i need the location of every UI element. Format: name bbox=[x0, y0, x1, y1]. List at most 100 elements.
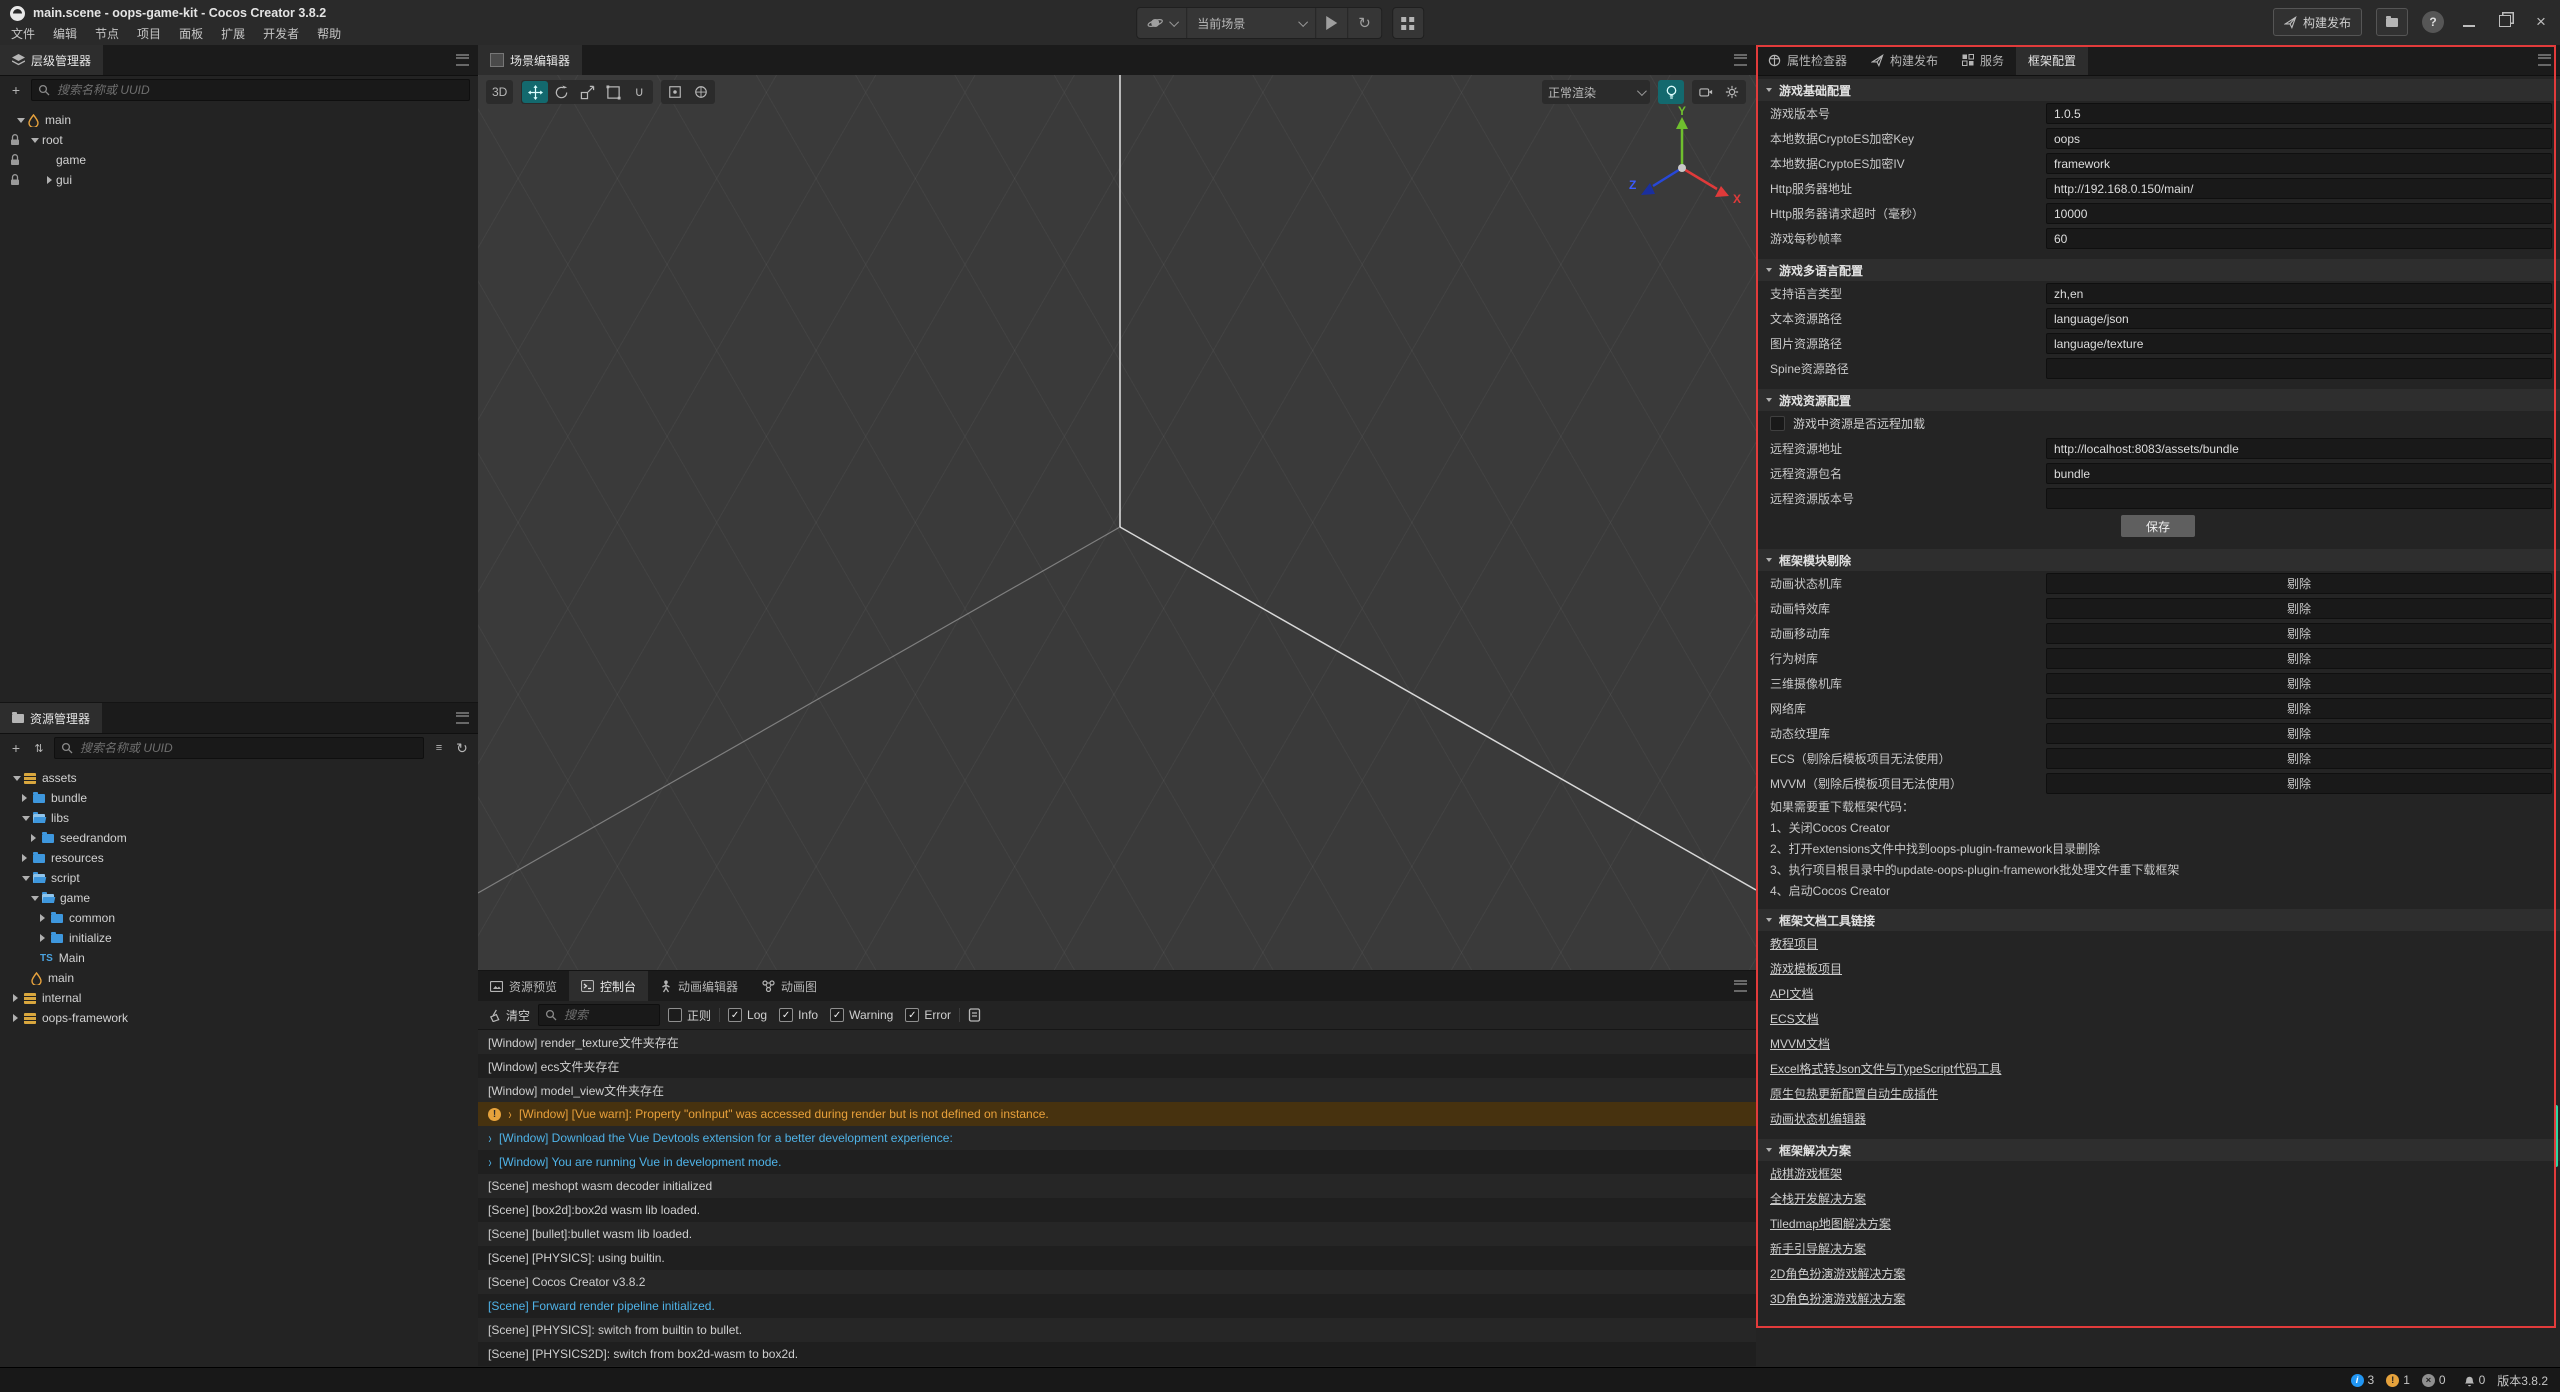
tab-terminal[interactable]: 控制台 bbox=[569, 971, 648, 1001]
menu-item-6[interactable]: 开发者 bbox=[254, 25, 308, 42]
console-log-row[interactable]: [Scene] [PHYSICS]: using builtin. bbox=[478, 1246, 1756, 1270]
scene-settings-button[interactable] bbox=[1719, 81, 1745, 103]
doc-link[interactable]: 游戏模板项目 bbox=[1770, 960, 1842, 977]
doc-link[interactable]: MVVM文档 bbox=[1770, 1035, 1830, 1052]
refresh-assets-icon[interactable]: ↻ bbox=[454, 740, 470, 757]
doc-link[interactable]: ECS文档 bbox=[1770, 1010, 1819, 1027]
chevron-right-icon[interactable] bbox=[40, 914, 51, 922]
console-log-row[interactable]: [Window] model_view文件夹存在 bbox=[478, 1078, 1756, 1102]
hierarchy-item-root[interactable]: root bbox=[0, 130, 478, 150]
chevron-down-icon[interactable] bbox=[22, 876, 33, 881]
asset-item-bundle[interactable]: bundle bbox=[0, 788, 478, 808]
scene-viewport[interactable]: 3D ∪ bbox=[478, 75, 1756, 970]
menu-item-0[interactable]: 文件 bbox=[2, 25, 44, 42]
remove-module-button[interactable]: 剔除 bbox=[2046, 623, 2552, 644]
field-input[interactable]: language/json bbox=[2046, 308, 2552, 329]
field-input[interactable]: 1.0.5 bbox=[2046, 103, 2552, 124]
console-search-input[interactable] bbox=[562, 1007, 653, 1023]
regex-toggle[interactable]: 正则 bbox=[668, 1007, 711, 1024]
remove-module-button[interactable]: 剔除 bbox=[2046, 598, 2552, 619]
chevron-right-icon[interactable] bbox=[31, 834, 42, 842]
asset-item-libs[interactable]: libs bbox=[0, 808, 478, 828]
panel-menu-icon[interactable] bbox=[456, 713, 469, 724]
chevron-right-icon[interactable]: › bbox=[508, 1106, 511, 1123]
add-node-button[interactable]: + bbox=[8, 82, 24, 98]
inspector-checkbox-row[interactable]: 游戏中资源是否远程加载 bbox=[1756, 411, 2560, 436]
menu-item-7[interactable]: 帮助 bbox=[308, 25, 350, 42]
close-button[interactable]: × bbox=[2530, 12, 2552, 32]
chevron-right-icon[interactable] bbox=[13, 1014, 24, 1022]
scrollbar-thumb[interactable] bbox=[2554, 1105, 2558, 1167]
filter-error[interactable]: ✓Error bbox=[905, 1008, 951, 1022]
panel-menu-icon[interactable] bbox=[456, 55, 469, 66]
doc-link[interactable]: 3D角色扮演游戏解决方案 bbox=[1770, 1290, 1905, 1307]
doc-link[interactable]: 动画状态机编辑器 bbox=[1770, 1110, 1866, 1127]
remove-module-button[interactable]: 剔除 bbox=[2046, 748, 2552, 769]
console-log-row[interactable]: [Scene] [PHYSICS]: switch from builtin t… bbox=[478, 1318, 1756, 1342]
panel-menu-icon[interactable] bbox=[1734, 55, 1747, 66]
field-input[interactable]: 60 bbox=[2046, 228, 2552, 249]
console-log-row[interactable]: [Scene] meshopt wasm decoder initialized bbox=[478, 1174, 1756, 1198]
asset-item-oops-framework[interactable]: oops-framework bbox=[0, 1008, 478, 1028]
restart-button[interactable]: ↻ bbox=[1348, 8, 1381, 38]
field-input[interactable]: bundle bbox=[2046, 463, 2552, 484]
checkbox-icon[interactable]: ✓ bbox=[830, 1008, 844, 1022]
console-log-row[interactable]: [Scene] [box2d]:box2d wasm lib loaded. bbox=[478, 1198, 1756, 1222]
build-publish-button[interactable]: 构建发布 bbox=[2273, 8, 2362, 36]
doc-link[interactable]: Tiledmap地图解决方案 bbox=[1770, 1215, 1891, 1232]
assets-search-box[interactable] bbox=[54, 737, 424, 759]
tab-inspector-3[interactable]: 框架配置 bbox=[2016, 45, 2088, 75]
regex-checkbox[interactable] bbox=[668, 1008, 682, 1022]
asset-item-game[interactable]: game bbox=[0, 888, 478, 908]
info-counter[interactable]: i 3 bbox=[2351, 1373, 2375, 1387]
section-header[interactable]: 框架解决方案 bbox=[1756, 1139, 2560, 1161]
chevron-right-icon[interactable] bbox=[22, 794, 33, 802]
chevron-down-icon[interactable] bbox=[31, 896, 42, 901]
asset-item-seedrandom[interactable]: seedrandom bbox=[0, 828, 478, 848]
assets-search-input[interactable] bbox=[78, 740, 417, 756]
checkbox-icon[interactable]: ✓ bbox=[728, 1008, 742, 1022]
menu-item-3[interactable]: 项目 bbox=[128, 25, 170, 42]
checkbox-icon[interactable]: ✓ bbox=[905, 1008, 919, 1022]
tab-assets[interactable]: 资源管理器 bbox=[0, 703, 102, 733]
hierarchy-search-box[interactable] bbox=[31, 79, 470, 101]
field-input[interactable]: oops bbox=[2046, 128, 2552, 149]
remove-module-button[interactable]: 剔除 bbox=[2046, 648, 2552, 669]
hierarchy-item-gui[interactable]: gui bbox=[0, 170, 478, 190]
filter-warning[interactable]: ✓Warning bbox=[830, 1008, 893, 1022]
chevron-down-icon[interactable] bbox=[13, 776, 24, 781]
log-file-icon[interactable] bbox=[968, 1008, 981, 1022]
console-log-row[interactable]: [Scene] [PHYSICS2D]: switch from box2d-w… bbox=[478, 1342, 1756, 1366]
menu-item-5[interactable]: 扩展 bbox=[212, 25, 254, 42]
rotate-tool-button[interactable] bbox=[548, 81, 574, 103]
scene-selector-dropdown[interactable]: 当前场景 bbox=[1187, 8, 1316, 38]
doc-link[interactable]: 战棋游戏框架 bbox=[1770, 1165, 1842, 1182]
asset-item-main[interactable]: main bbox=[0, 968, 478, 988]
menu-item-4[interactable]: 面板 bbox=[170, 25, 212, 42]
chevron-down-icon[interactable] bbox=[14, 118, 28, 123]
doc-link[interactable]: 原生包热更新配置自动生成插件 bbox=[1770, 1085, 1938, 1102]
filter-info[interactable]: ✓Info bbox=[779, 1008, 818, 1022]
hierarchy-search-input[interactable] bbox=[55, 82, 463, 98]
console-log-row[interactable]: [Window] render_texture文件夹存在 bbox=[478, 1030, 1756, 1054]
restore-button[interactable] bbox=[2494, 14, 2516, 30]
tab-inspector-1[interactable]: 构建发布 bbox=[1859, 45, 1950, 75]
remove-module-button[interactable]: 剔除 bbox=[2046, 673, 2552, 694]
doc-link[interactable]: Excel格式转Json文件与TypeScript代码工具 bbox=[1770, 1060, 2001, 1077]
lighting-toggle-button[interactable] bbox=[1658, 80, 1684, 104]
asset-item-script[interactable]: script bbox=[0, 868, 478, 888]
checkbox-icon[interactable] bbox=[1770, 416, 1785, 431]
console-log-row[interactable]: [Window] ecs文件夹存在 bbox=[478, 1054, 1756, 1078]
field-input[interactable]: zh,en bbox=[2046, 283, 2552, 304]
chevron-right-icon[interactable] bbox=[22, 854, 33, 862]
console-log-row[interactable]: ›[Window] You are running Vue in develop… bbox=[478, 1150, 1756, 1174]
asset-item-initialize[interactable]: initialize bbox=[0, 928, 478, 948]
open-project-folder-button[interactable] bbox=[2376, 8, 2408, 36]
field-input[interactable]: http://localhost:8083/assets/bundle bbox=[2046, 438, 2552, 459]
render-mode-dropdown[interactable]: 正常渲染 bbox=[1542, 80, 1650, 104]
scale-tool-button[interactable] bbox=[574, 81, 600, 103]
notification-counter[interactable]: 0 bbox=[2464, 1373, 2486, 1387]
add-asset-button[interactable]: + bbox=[8, 740, 24, 756]
chevron-down-icon[interactable] bbox=[28, 138, 42, 143]
section-header[interactable]: 游戏基础配置 bbox=[1756, 79, 2560, 101]
